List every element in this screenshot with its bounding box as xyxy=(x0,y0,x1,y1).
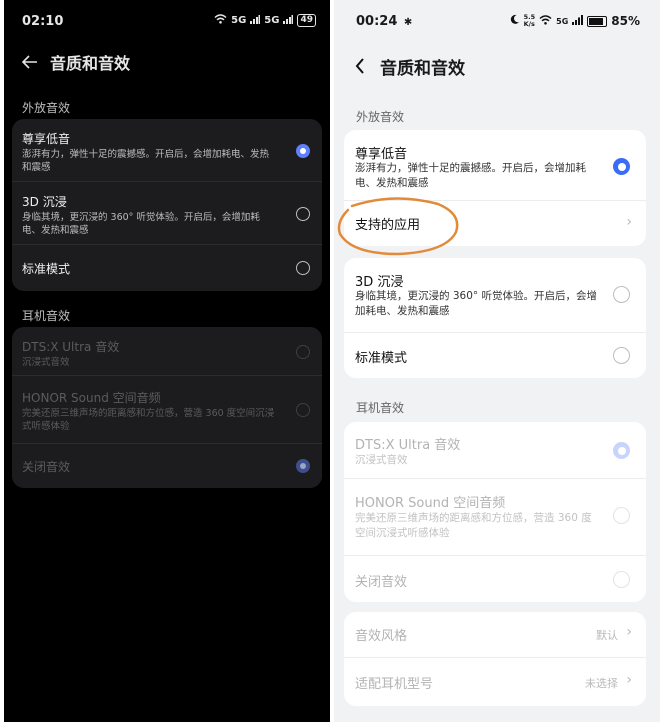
option-title: 3D 沉浸 xyxy=(22,195,67,209)
option-title: DTS:X Ultra 音效 xyxy=(355,438,461,453)
option-title: 尊享低音 xyxy=(22,132,71,146)
signal-label-2: 5G xyxy=(264,15,280,26)
radio-unselected[interactable] xyxy=(296,403,310,417)
option-row-dts[interactable]: DTS:X Ultra 音效 沉浸式音效 xyxy=(12,327,322,376)
net-speed: 5.5 K/s xyxy=(524,14,536,28)
option-row-standard[interactable]: 标准模式 xyxy=(344,333,646,378)
page-title: 音质和音效 xyxy=(50,54,131,73)
radio-unselected[interactable] xyxy=(613,286,630,303)
chevron-right-icon: › xyxy=(626,624,632,640)
right-screen-light: 00:24 ✱ 5.5 K/s 5G 85% 音质和音效 外放音效 尊享低音 澎… xyxy=(334,0,660,722)
status-time: 02:10 xyxy=(22,14,64,29)
radio-unselected[interactable] xyxy=(296,207,310,221)
net-speed-unit: K/s xyxy=(523,20,535,28)
option-desc: 身临其境，更沉浸的 360° 听觉体验。开启后，会增加耗电、发热和震感 xyxy=(355,290,597,317)
bass-card: 尊享低音 澎湃有力，弹性十足的震撼感。开启后，会增加耗电、发热和震感 支持的应用… xyxy=(344,130,646,246)
option-title: 标准模式 xyxy=(22,262,71,276)
option-value: 未选择 xyxy=(585,677,618,690)
option-title: 音效风格 xyxy=(355,629,408,644)
battery-icon xyxy=(587,15,608,27)
option-desc: 沉浸式音效 xyxy=(355,454,408,466)
back-chevron-icon[interactable] xyxy=(350,56,370,76)
battery-icon: 49 xyxy=(297,14,316,27)
radio-unselected[interactable] xyxy=(296,261,310,275)
chevron-right-icon: › xyxy=(626,214,632,230)
option-title: 3D 沉浸 xyxy=(355,275,404,290)
bluetooth-icon: ✱ xyxy=(403,17,413,28)
speaker-effects-card: 尊享低音 澎湃有力，弹性十足的震撼感。开启后，会增加耗电、发热和震感 3D 沉浸… xyxy=(12,119,322,291)
effect-style-row[interactable]: 音效风格 默认 › xyxy=(344,612,646,658)
signal-bars-icon xyxy=(283,14,294,27)
status-time: 00:24 ✱ xyxy=(356,14,412,29)
wifi-icon xyxy=(214,14,227,27)
status-time-text: 00:24 xyxy=(356,14,398,29)
radio-unselected[interactable] xyxy=(613,507,630,524)
option-row-honor-sound[interactable]: HONOR Sound 空间音频 完美还原三维声场的距离感和方位感，营造 360… xyxy=(344,479,646,556)
wifi-icon xyxy=(539,14,552,28)
left-screen-dark: 02:10 5G 5G 49 音质和音效 外放音效 尊享低音 澎湃有力，弹性十足… xyxy=(4,0,330,722)
option-row-standard[interactable]: 标准模式 xyxy=(12,245,322,291)
option-title: 支持的应用 xyxy=(355,218,421,233)
option-row-honor-sound[interactable]: HONOR Sound 空间音频 完美还原三维声场的距离感和方位感，营造 360… xyxy=(12,376,322,444)
status-bar: 02:10 5G 5G 49 xyxy=(4,8,330,34)
page-header: 音质和音效 xyxy=(4,48,330,76)
battery-percent: 85% xyxy=(611,14,640,28)
signal-bars-icon xyxy=(572,14,584,28)
option-row-3d[interactable]: 3D 沉浸 身临其境，更沉浸的 360° 听觉体验。开启后，会增加耗电、发热和震… xyxy=(12,182,322,245)
option-title: 标准模式 xyxy=(355,351,408,366)
page-title: 音质和音效 xyxy=(380,58,465,79)
option-desc: 完美还原三维声场的距离感和方位感，营造 360 度空间沉浸式听感体验 xyxy=(355,512,592,539)
moon-icon xyxy=(509,14,520,28)
option-title: DTS:X Ultra 音效 xyxy=(22,340,120,354)
option-title: 关闭音效 xyxy=(355,575,408,590)
option-title: 适配耳机型号 xyxy=(355,677,434,692)
radio-selected[interactable] xyxy=(613,442,630,459)
option-title: 尊享低音 xyxy=(355,147,408,162)
page-header: 音质和音效 xyxy=(334,52,660,80)
supported-apps-row[interactable]: 支持的应用 › xyxy=(344,201,646,246)
section-label-headphone: 耳机音效 xyxy=(22,309,71,323)
option-desc: 完美还原三维声场的距离感和方位感，营造 360 度空间沉浸式听感体验 xyxy=(22,408,275,432)
option-row-bass[interactable]: 尊享低音 澎湃有力，弹性十足的震撼感。开启后，会增加耗电、发热和震感 xyxy=(344,130,646,201)
headphone-effects-card: DTS:X Ultra 音效 沉浸式音效 HONOR Sound 空间音频 完美… xyxy=(344,422,646,602)
section-label-headphone: 耳机音效 xyxy=(356,401,405,415)
option-title: 关闭音效 xyxy=(22,460,71,474)
radio-unselected[interactable] xyxy=(613,571,630,588)
earphone-model-row[interactable]: 适配耳机型号 未选择 › xyxy=(344,658,646,706)
option-desc: 身临其境，更沉浸的 360° 听觉体验。开启后，会增加耗电、发热和震感 xyxy=(22,212,260,236)
speaker-effects-card: 3D 沉浸 身临其境，更沉浸的 360° 听觉体验。开启后，会增加耗电、发热和震… xyxy=(344,258,646,378)
headphone-effects-card: DTS:X Ultra 音效 沉浸式音效 HONOR Sound 空间音频 完美… xyxy=(12,327,322,488)
option-value: 默认 xyxy=(596,629,618,642)
section-label-speaker: 外放音效 xyxy=(22,101,71,115)
status-icons: 5.5 K/s 5G 85% xyxy=(509,14,640,28)
signal-label: 5G xyxy=(556,16,569,26)
status-bar: 00:24 ✱ 5.5 K/s 5G 85% xyxy=(334,8,660,34)
radio-unselected[interactable] xyxy=(613,347,630,364)
option-desc: 沉浸式音效 xyxy=(22,357,70,368)
option-row-effects-off[interactable]: 关闭音效 xyxy=(344,556,646,602)
radio-unselected[interactable] xyxy=(296,345,310,359)
status-icons: 5G 5G 49 xyxy=(214,14,316,27)
chevron-right-icon: › xyxy=(626,672,632,688)
option-title: HONOR Sound 空间音频 xyxy=(22,391,161,405)
headphone-settings-card: 音效风格 默认 › 适配耳机型号 未选择 › xyxy=(344,612,646,706)
option-row-dts[interactable]: DTS:X Ultra 音效 沉浸式音效 xyxy=(344,422,646,479)
signal-bars-icon xyxy=(250,14,261,27)
radio-selected[interactable] xyxy=(296,144,310,158)
option-title: HONOR Sound 空间音频 xyxy=(355,496,506,511)
option-row-bass[interactable]: 尊享低音 澎湃有力，弹性十足的震撼感。开启后，会增加耗电、发热和震感 xyxy=(12,119,322,182)
radio-selected[interactable] xyxy=(613,158,630,175)
option-row-3d[interactable]: 3D 沉浸 身临其境，更沉浸的 360° 听觉体验。开启后，会增加耗电、发热和震… xyxy=(344,258,646,333)
radio-selected[interactable] xyxy=(296,459,310,473)
section-label-speaker: 外放音效 xyxy=(356,110,405,124)
back-arrow-icon[interactable] xyxy=(20,52,40,72)
option-desc: 澎湃有力，弹性十足的震撼感。开启后，会增加耗电、发热和震感 xyxy=(355,162,586,189)
signal-label-1: 5G xyxy=(231,15,247,26)
option-row-effects-off[interactable]: 关闭音效 xyxy=(12,444,322,488)
option-desc: 澎湃有力，弹性十足的震撼感。开启后，会增加耗电、发热和震感 xyxy=(22,149,270,173)
